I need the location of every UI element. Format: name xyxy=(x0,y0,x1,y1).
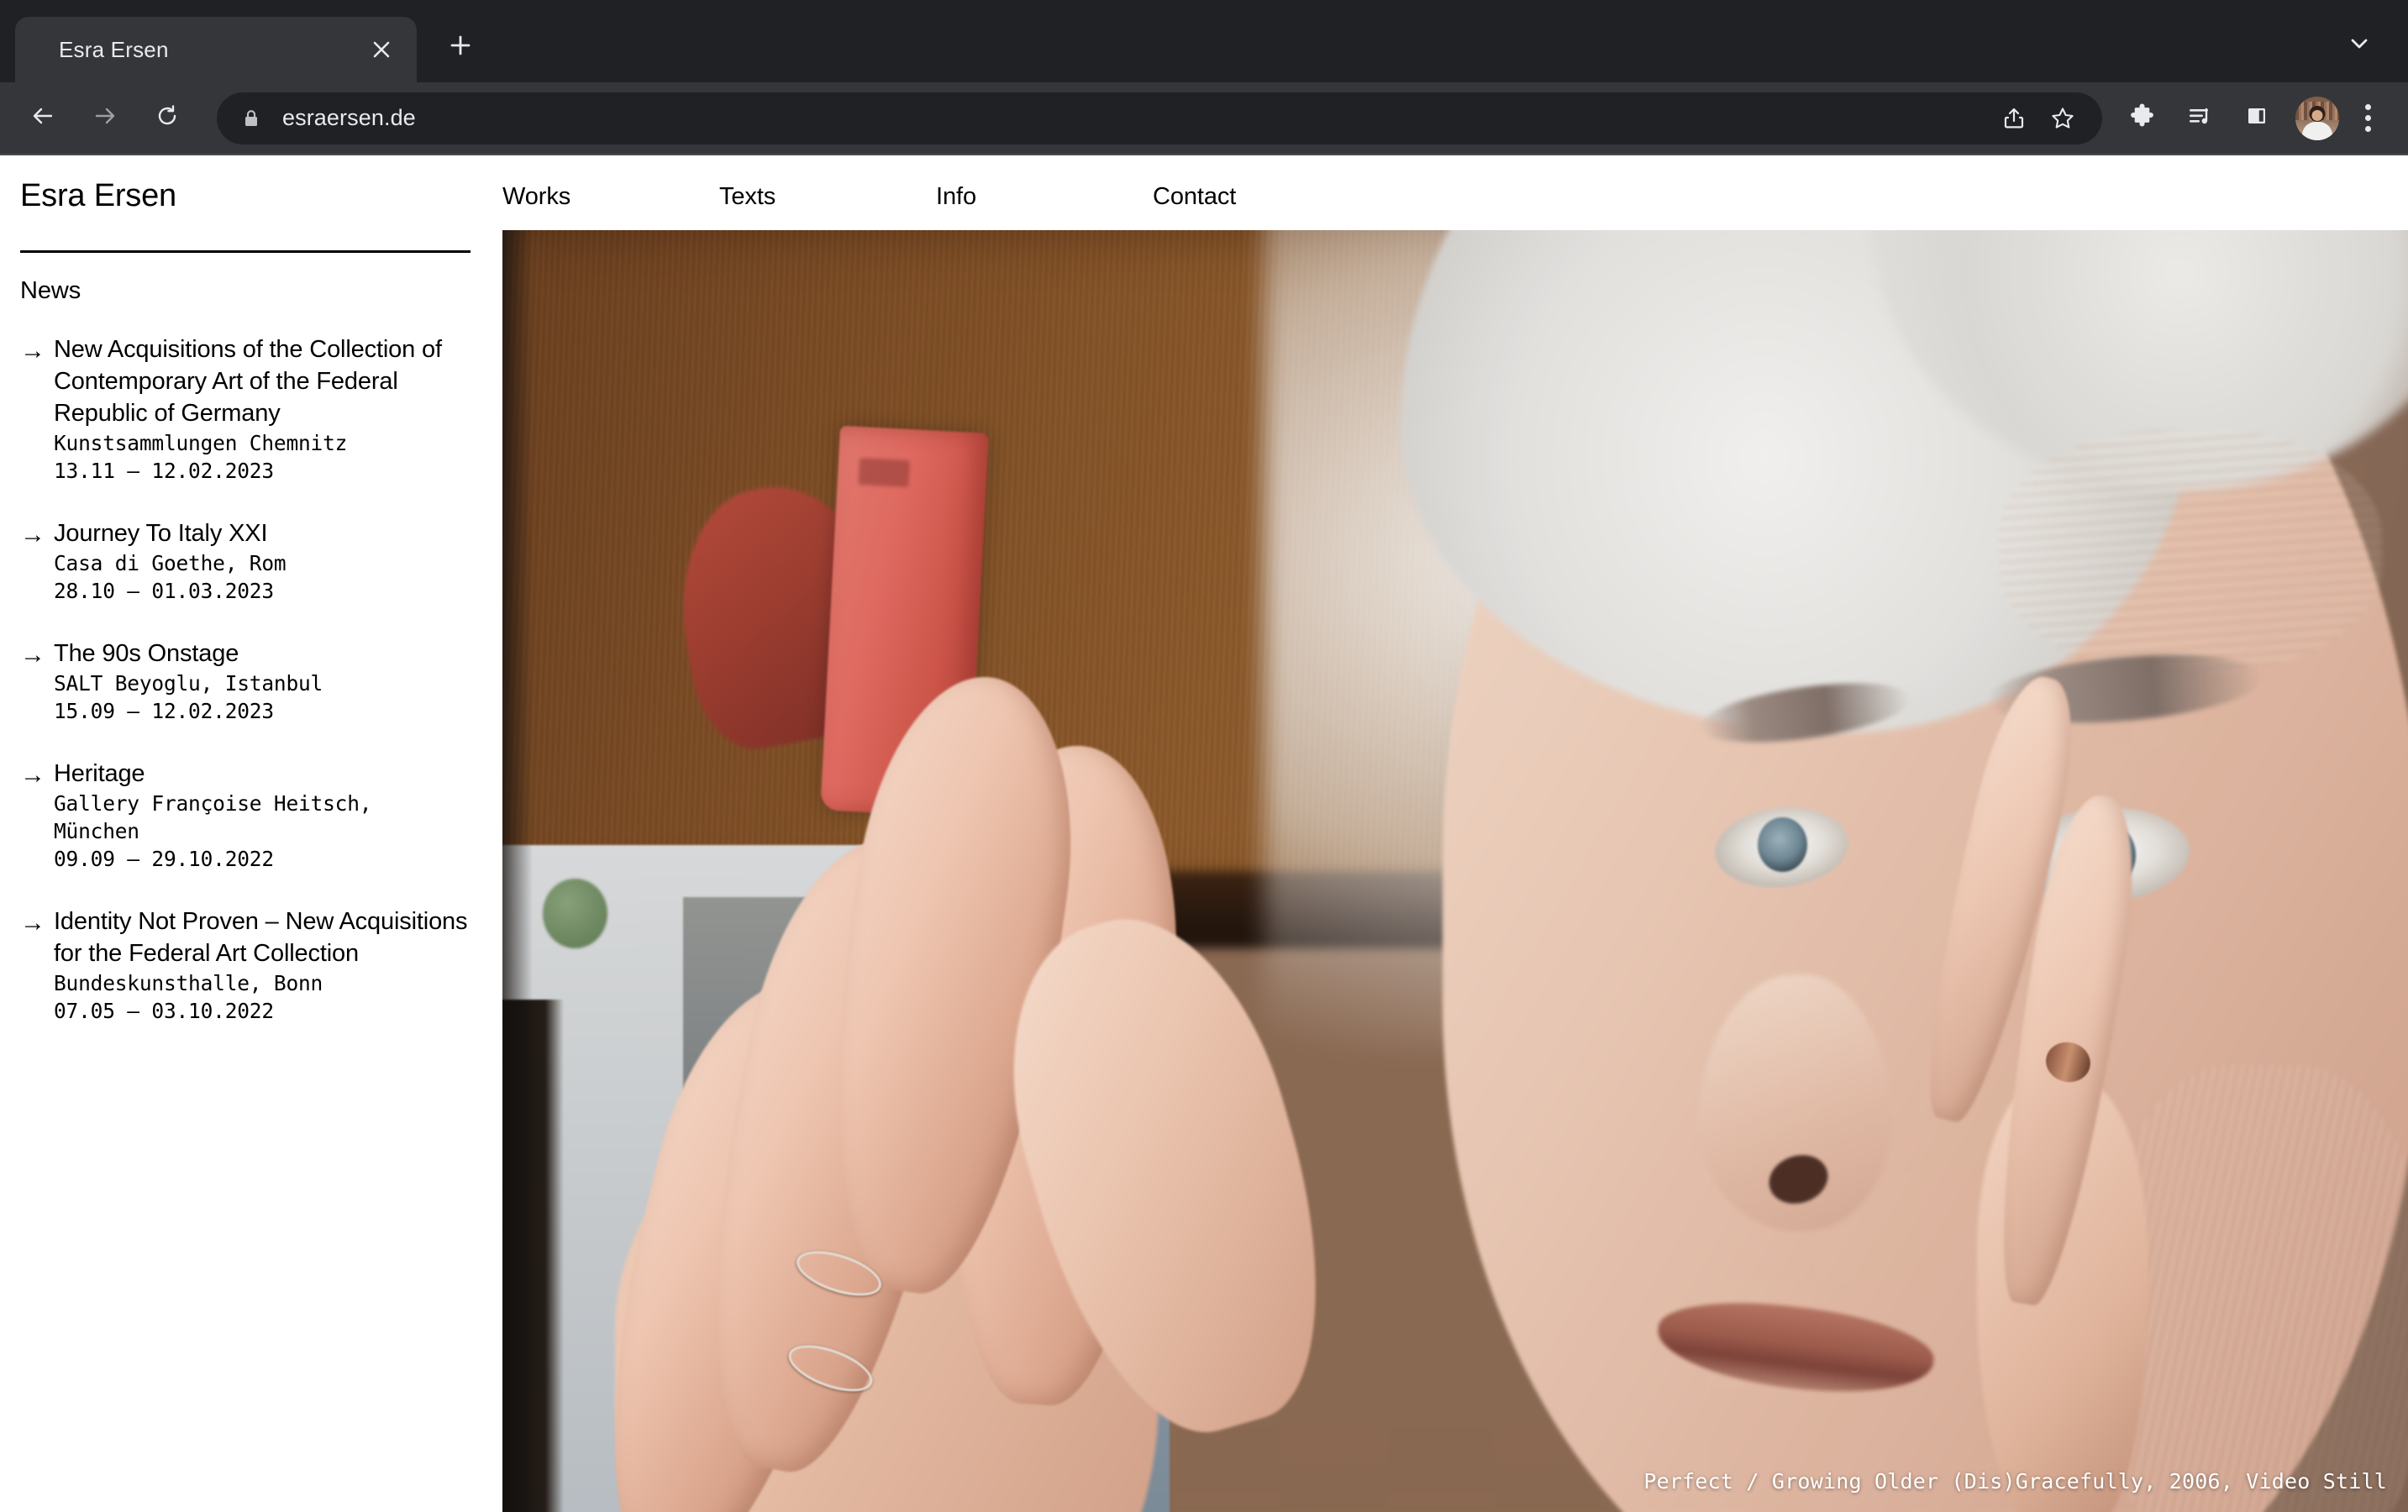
hero-caption: Perfect / Growing Older (Dis)Gracefully,… xyxy=(1643,1469,2387,1494)
face-forehead-wrinkles xyxy=(1997,430,2383,673)
news-item-body: New Acquisitions of the Collection of Co… xyxy=(54,333,486,485)
address-bar-url: esraersen.de xyxy=(282,105,416,130)
hero-face xyxy=(1379,230,2408,1512)
back-button[interactable] xyxy=(17,92,69,144)
arrow-right-icon: → xyxy=(20,336,45,365)
chevron-down-icon xyxy=(2347,31,2372,60)
lock-icon xyxy=(232,99,271,138)
news-item-title: Journey To Italy XXI xyxy=(54,519,268,547)
news-list-item[interactable]: → Identity Not Proven – New Acquisitions… xyxy=(0,906,502,1025)
page-title: Esra Ersen xyxy=(20,178,176,213)
side-panel-icon xyxy=(2244,103,2269,133)
news-item-venue: Kunstsammlungen Chemnitz xyxy=(54,430,348,455)
tab-strip: Esra Ersen xyxy=(0,0,2408,82)
news-item-venue: Gallery Françoise Heitsch, München xyxy=(54,790,372,843)
news-item-body: Journey To Italy XXI Casa di Goethe, Rom… xyxy=(54,517,486,605)
site-navigation: Works Texts Info Contact xyxy=(502,155,2408,230)
news-item-body: Heritage Gallery Françoise Heitsch, Münc… xyxy=(54,758,486,873)
news-item-dates: 13.11 – 12.02.2023 xyxy=(54,458,274,483)
face-iris-left xyxy=(1758,817,1807,872)
news-item-title: Heritage xyxy=(54,759,145,787)
nav-item-contact[interactable]: Contact xyxy=(1153,181,1370,213)
news-item-venue: Casa di Goethe, Rom xyxy=(54,550,287,575)
media-playlist-button[interactable] xyxy=(2175,94,2224,143)
news-item-body: Identity Not Proven – New Acquisitions f… xyxy=(54,906,486,1025)
hero-image[interactable]: Perfect / Growing Older (Dis)Gracefully,… xyxy=(502,230,2408,1512)
side-panel-button[interactable] xyxy=(2232,94,2281,143)
nav-item-texts[interactable]: Texts xyxy=(719,181,936,213)
arrow-right-icon: → xyxy=(20,908,45,937)
extensions-button[interactable] xyxy=(2118,94,2167,143)
news-item-title: New Acquisitions of the Collection of Co… xyxy=(54,335,442,427)
news-item-dates: 07.05 – 03.10.2022 xyxy=(54,998,274,1023)
menu-dot xyxy=(2364,115,2371,121)
hero-hand xyxy=(563,615,1474,1512)
tab-title: Esra Ersen xyxy=(59,36,169,62)
arrow-right-icon: → xyxy=(20,760,45,789)
news-list-item[interactable]: → Heritage Gallery Françoise Heitsch, Mü… xyxy=(0,758,502,873)
page-viewport: Esra Ersen News → New Acquisitions of th… xyxy=(0,155,2408,1512)
media-playlist-icon xyxy=(2186,102,2213,134)
avatar-face xyxy=(2311,109,2323,121)
sidebar: Esra Ersen News → New Acquisitions of th… xyxy=(0,155,502,1512)
arrow-right-icon xyxy=(91,102,119,134)
avatar-body xyxy=(2302,121,2332,140)
news-item-dates: 09.09 – 29.10.2022 xyxy=(54,846,274,871)
star-icon[interactable] xyxy=(2038,94,2087,143)
news-item-venue: SALT Beyoglu, Istanbul xyxy=(54,670,323,696)
news-list: → New Acquisitions of the Collection of … xyxy=(0,333,502,1025)
tab-search-button[interactable] xyxy=(2337,24,2381,67)
browser-window: Esra Ersen esraersen.de Esra Ersen News … xyxy=(0,0,2408,1512)
main-content: Works Texts Info Contact Perfect / Growi… xyxy=(502,155,2408,1512)
reload-button[interactable] xyxy=(141,92,193,144)
avatar[interactable] xyxy=(2295,96,2339,140)
new-tab-button[interactable] xyxy=(439,25,482,69)
menu-dot xyxy=(2364,104,2371,110)
puzzle-icon xyxy=(2129,102,2156,134)
menu-dot xyxy=(2364,126,2371,132)
news-item-body: The 90s Onstage SALT Beyoglu, Istanbul 1… xyxy=(54,638,486,725)
news-item-title: Identity Not Proven – New Acquisitions f… xyxy=(54,907,468,967)
arrow-left-icon xyxy=(29,102,57,134)
news-item-dates: 28.10 – 01.03.2023 xyxy=(54,578,274,603)
browser-tab[interactable]: Esra Ersen xyxy=(15,17,417,82)
close-icon[interactable] xyxy=(365,33,398,66)
face-cheek-wrinkles xyxy=(2104,1065,2408,1512)
address-bar-actions xyxy=(1990,94,2087,143)
plus-icon xyxy=(448,33,473,62)
arrow-right-icon: → xyxy=(20,640,45,669)
browser-toolbar: esraersen.de xyxy=(0,82,2408,155)
forward-button[interactable] xyxy=(79,92,131,144)
share-icon[interactable] xyxy=(1990,94,2038,143)
news-list-item[interactable]: → New Acquisitions of the Collection of … xyxy=(0,333,502,485)
news-item-title: The 90s Onstage xyxy=(54,639,239,667)
news-item-venue: Bundeskunsthalle, Bonn xyxy=(54,970,323,995)
reload-icon xyxy=(153,102,181,134)
nav-item-info[interactable]: Info xyxy=(936,181,1153,213)
news-heading: News xyxy=(20,276,81,304)
nav-item-works[interactable]: Works xyxy=(502,181,719,213)
news-list-item[interactable]: → Journey To Italy XXI Casa di Goethe, R… xyxy=(0,517,502,605)
address-bar[interactable]: esraersen.de xyxy=(217,92,2102,144)
arrow-right-icon: → xyxy=(20,520,45,549)
hero-left-vignette xyxy=(502,230,534,1512)
three-dot-menu-icon[interactable] xyxy=(2346,94,2390,143)
toolbar-icon-group xyxy=(2114,94,2390,143)
news-item-dates: 15.09 – 12.02.2023 xyxy=(54,698,274,723)
divider xyxy=(20,249,471,253)
news-list-item[interactable]: → The 90s Onstage SALT Beyoglu, Istanbul… xyxy=(0,638,502,725)
